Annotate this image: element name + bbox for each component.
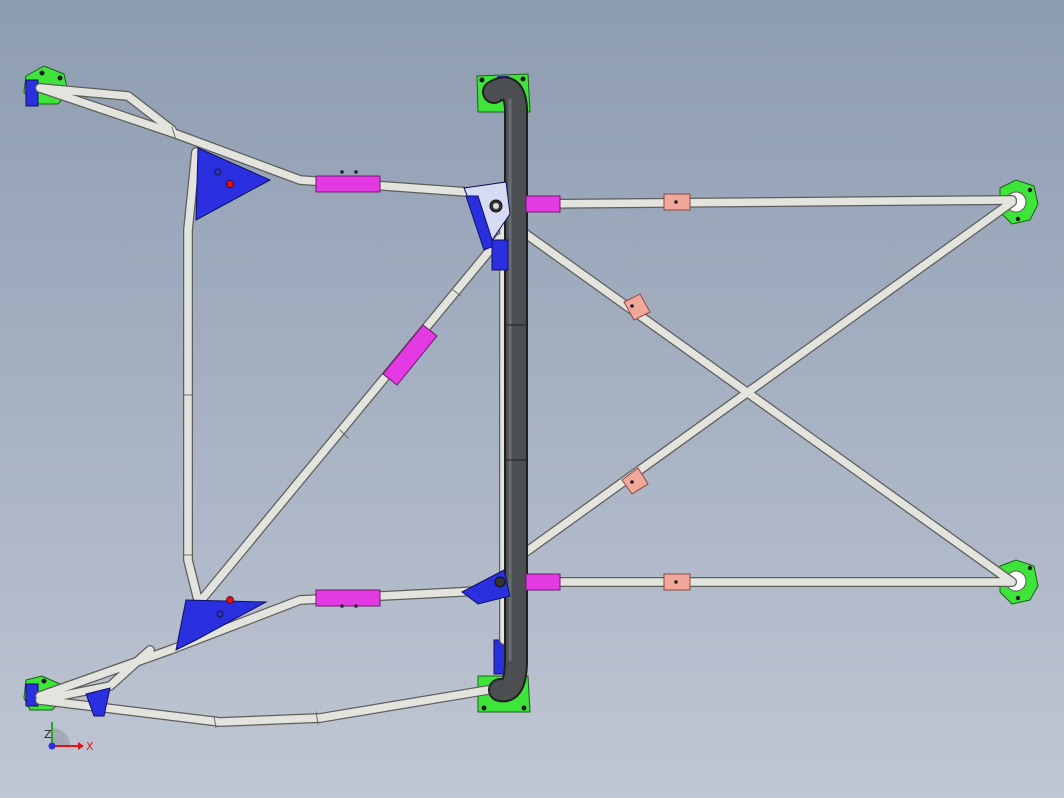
gusset-lower-left <box>175 599 268 651</box>
coordinate-triad: X Z <box>44 722 94 753</box>
triad-z-label: Z <box>44 728 52 741</box>
bolt-heads <box>214 168 506 618</box>
gusset-plates[interactable] <box>85 147 511 717</box>
triad-x-label: X <box>86 740 94 753</box>
chassis-frame-model[interactable]: X Z <box>0 0 1064 798</box>
cad-viewport[interactable]: X Z <box>0 0 1064 798</box>
upper-side-tube <box>35 83 525 201</box>
main-hoop[interactable] <box>482 76 528 703</box>
